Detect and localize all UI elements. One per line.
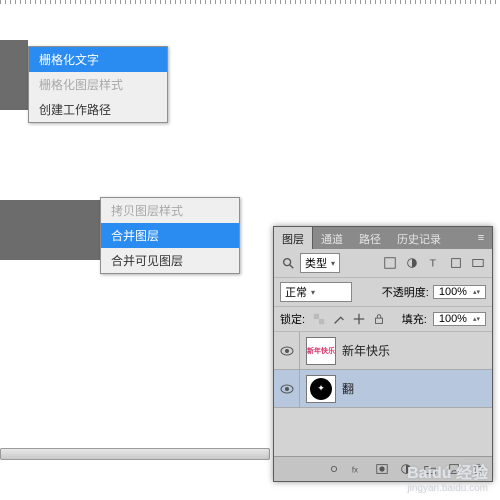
spinner-arrows-icon: ▴▾: [470, 317, 483, 322]
blend-mode-select[interactable]: 正常 ▾: [280, 282, 352, 302]
watermark-url: jingyan.baidu.com: [407, 483, 488, 494]
lock-all-icon[interactable]: [371, 311, 387, 327]
mask-icon[interactable]: [374, 461, 390, 477]
menu-item-truncated: 拷贝图层样式: [101, 198, 239, 223]
kind-label: 类型: [305, 255, 327, 271]
tab-channels[interactable]: 通道: [313, 227, 351, 249]
tab-layers[interactable]: 图层: [274, 227, 313, 249]
opacity-value: 100%: [436, 286, 470, 298]
layer-name: 新年快乐: [342, 342, 390, 359]
panel-menu-icon[interactable]: ≡: [470, 227, 492, 249]
fill-value: 100%: [436, 313, 470, 325]
svg-text:T: T: [430, 258, 437, 270]
layer-thumbnail: ✦: [306, 375, 336, 403]
fill-spinner[interactable]: 100% ▴▾: [433, 312, 486, 326]
opacity-label: 不透明度:: [382, 284, 429, 300]
layer-list: 新年快乐 新年快乐 ✦ 翻: [274, 332, 492, 456]
filter-row: 类型 ▾ T: [274, 249, 492, 278]
fx-icon[interactable]: fx: [350, 461, 366, 477]
kind-select[interactable]: 类型 ▾: [300, 253, 340, 273]
lock-label: 锁定:: [280, 311, 305, 327]
chevron-down-icon: ▾: [311, 288, 315, 297]
layer-row[interactable]: ✦ 翻: [274, 370, 492, 408]
lock-row: 锁定: 填充: 100% ▴▾: [274, 307, 492, 332]
menu-item-rasterize-text[interactable]: 栅格化文字: [29, 47, 167, 72]
context-menu-text: 栅格化文字 栅格化图层样式 创建工作路径: [28, 46, 168, 123]
filter-type-icon[interactable]: T: [426, 255, 442, 271]
tab-history[interactable]: 历史记录: [389, 227, 449, 249]
blend-mode-value: 正常: [285, 284, 307, 300]
lock-pixels-icon[interactable]: [331, 311, 347, 327]
lock-position-icon[interactable]: [351, 311, 367, 327]
visibility-icon[interactable]: [274, 332, 300, 369]
link-layers-icon[interactable]: [326, 461, 342, 477]
spinner-arrows-icon: ▴▾: [470, 290, 483, 295]
filter-smart-icon[interactable]: [470, 255, 486, 271]
blend-row: 正常 ▾ 不透明度: 100% ▴▾: [274, 278, 492, 307]
filter-pixel-icon[interactable]: [382, 255, 398, 271]
watermark: Baidú 经验 jingyan.baidu.com: [407, 465, 488, 494]
filter-shape-icon[interactable]: [448, 255, 464, 271]
panel-tabs: 图层 通道 路径 历史记录 ≡: [274, 227, 492, 249]
menu-item-merge-visible[interactable]: 合并可见图层: [101, 248, 239, 273]
layers-panel: 图层 通道 路径 历史记录 ≡ 类型 ▾ T 正常 ▾ 不透明度: 100% ▴…: [273, 226, 493, 482]
menu-item-rasterize-style: 栅格化图层样式: [29, 72, 167, 97]
lock-transparent-icon[interactable]: [311, 311, 327, 327]
canvas-edge: [0, 40, 28, 110]
layer-name: 翻: [342, 380, 354, 397]
visibility-icon[interactable]: [274, 370, 300, 407]
search-icon[interactable]: [280, 255, 296, 271]
filter-adjust-icon[interactable]: [404, 255, 420, 271]
context-menu-layer: 拷贝图层样式 合并图层 合并可见图层: [100, 197, 240, 274]
watermark-brand: Baidú 经验: [407, 465, 488, 483]
scrollbar-horizontal[interactable]: [0, 448, 270, 460]
chevron-down-icon: ▾: [331, 259, 335, 268]
menu-item-create-work-path[interactable]: 创建工作路径: [29, 97, 167, 122]
svg-text:fx: fx: [352, 466, 358, 475]
fill-label: 填充:: [402, 311, 427, 327]
canvas-edge: [0, 200, 100, 260]
opacity-spinner[interactable]: 100% ▴▾: [433, 285, 486, 299]
menu-item-merge-layers[interactable]: 合并图层: [101, 223, 239, 248]
layer-row[interactable]: 新年快乐 新年快乐: [274, 332, 492, 370]
layer-thumbnail: 新年快乐: [306, 337, 336, 365]
tab-paths[interactable]: 路径: [351, 227, 389, 249]
